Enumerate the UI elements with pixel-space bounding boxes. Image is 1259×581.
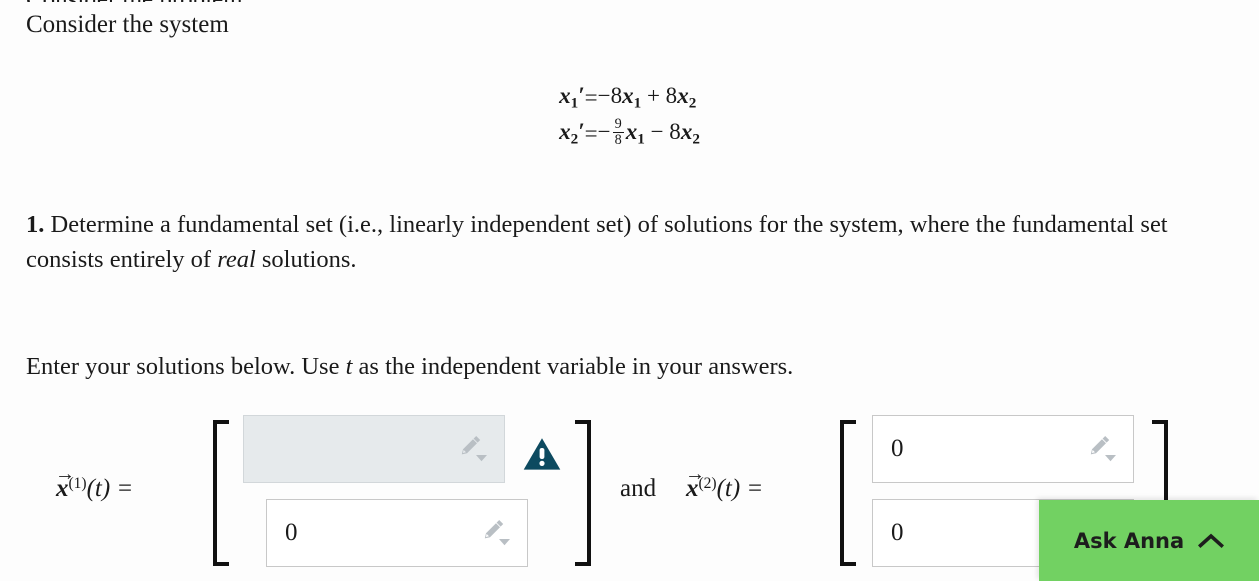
page-intro-text: Consider the system <box>26 11 229 38</box>
vector-x-1: → x <box>55 463 75 503</box>
pencil-dropdown-icon[interactable] <box>456 434 490 464</box>
answer-input-x1-row2-value: 0 <box>285 519 298 546</box>
equation-table: x1′ = −8x1 + 8x2 x2′ = −9 8 x1 − 8x2 <box>559 80 700 152</box>
fraction-nine-eighths: 98 <box>612 116 624 149</box>
question-body-before: Determine a fundamental set (i.e., linea… <box>26 211 1168 273</box>
vector-arrow-icon-1: → <box>55 462 75 485</box>
pencil-dropdown-icon[interactable] <box>1085 434 1119 464</box>
system-of-equations: x1′ = −8x1 + 8x2 x2′ = −9 8 x1 − 8x2 <box>0 80 1259 152</box>
equation-row-2: x2′ = −9 8 x1 − 8x2 <box>559 115 700 152</box>
equation-2-relation: = <box>584 120 598 146</box>
question-text: 1. Determine a fundamental set (i.e., li… <box>26 208 1241 278</box>
instruction-part-1: Enter your solutions below. Use <box>26 353 346 380</box>
answer-input-x2-row1[interactable]: 0 <box>872 415 1134 483</box>
vector-arrow-icon-2: → <box>685 462 705 485</box>
answer-input-x1-row1[interactable] <box>243 415 505 483</box>
equation-1-rhs: −8x1 + 8x2 <box>597 83 697 112</box>
equation-1-relation: = <box>584 84 598 110</box>
ask-anna-label: Ask Anna <box>1073 528 1185 553</box>
answer-input-x2-row2-value: 0 <box>891 519 904 546</box>
equation-2-lhs: x2′ <box>559 119 585 148</box>
vector-argument-1: (t) = <box>86 475 134 503</box>
equation-2-rhs: −9 8 x1 − 8x2 <box>597 116 700 149</box>
pencil-dropdown-icon[interactable] <box>479 518 513 548</box>
vector-label-2: → x(2)(t) = <box>685 463 764 503</box>
question-italic-word: real <box>217 245 256 273</box>
fraction-numerator: 9 <box>614 116 622 133</box>
warning-triangle-icon <box>522 435 562 473</box>
vector-x-2: → x <box>685 463 705 503</box>
fraction-denominator: 8 <box>612 132 624 149</box>
question-number: 1. <box>26 211 45 238</box>
chevron-up-icon <box>1198 533 1225 549</box>
answer-input-x2-row1-value: 0 <box>891 435 904 462</box>
eq2-lhs-prime: ′ <box>578 119 585 145</box>
ask-anna-button[interactable]: Ask Anna <box>1039 500 1259 581</box>
instruction-part-2: as the independent variable in your answ… <box>352 353 794 380</box>
vector-label-1: → x(1)(t) = <box>55 463 134 503</box>
answer-input-x1-row2[interactable]: 0 <box>266 499 528 567</box>
equation-1-lhs: x1′ <box>559 83 585 112</box>
matrix-bracket-left-close <box>575 420 591 566</box>
clipped-text-above: Consider the problem <box>26 0 243 2</box>
conjunction-and: and <box>620 475 657 502</box>
matrix-bracket-right-open <box>840 420 856 566</box>
worksheet-page: Consider the problem Consider the system… <box>0 0 1259 581</box>
question-body-after: solutions. <box>255 245 357 273</box>
equation-row-1: x1′ = −8x1 + 8x2 <box>559 80 700 115</box>
eq1-lhs-prime: ′ <box>578 83 585 108</box>
instruction-text: Enter your solutions below. Use t as the… <box>26 353 793 381</box>
vector-argument-2: (t) = <box>716 475 764 503</box>
matrix-bracket-left-open <box>213 420 229 566</box>
